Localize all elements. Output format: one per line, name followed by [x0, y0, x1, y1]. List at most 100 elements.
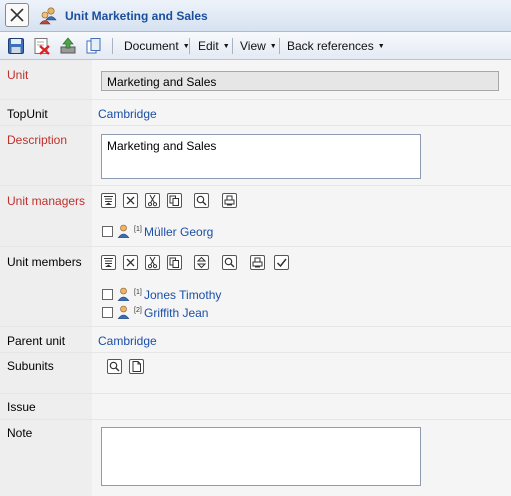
label-cell: Unit [0, 60, 92, 99]
menu-document[interactable]: Document ▼ [124, 39, 190, 53]
label-cell: Description [0, 126, 92, 185]
value-cell [92, 394, 511, 419]
scissors-icon [147, 256, 158, 269]
remove-button[interactable] [123, 255, 138, 270]
description-label: Description [7, 133, 68, 147]
close-icon [10, 8, 24, 22]
member-checkbox[interactable] [102, 307, 113, 318]
chevron-down-icon: ▼ [222, 43, 230, 50]
value-cell: Marketing and Sales [92, 60, 511, 99]
row-topunit: TopUnit Cambridge [0, 100, 511, 126]
window-title: Unit Marketing and Sales [65, 9, 208, 23]
value-cell: [1] Jones Timothy [2] Griffith Jean [92, 247, 511, 326]
copy-button[interactable] [167, 193, 182, 208]
toolbar-separator [232, 38, 233, 54]
parent-unit-link[interactable]: Cambridge [98, 334, 157, 348]
print-icon [252, 257, 263, 268]
value-cell: Cambridge [92, 327, 511, 352]
check-icon [276, 258, 287, 268]
search-button[interactable] [194, 193, 209, 208]
check-button[interactable] [274, 255, 289, 270]
unit-members-label: Unit members [7, 255, 82, 269]
copy-icon [169, 257, 179, 268]
row-subunits: Subunits [0, 353, 511, 394]
toolbar: Document ▼ Edit ▼ View ▼ Back references ▼ [0, 32, 511, 60]
label-cell: Unit managers [0, 186, 92, 246]
label-cell: Issue [0, 394, 92, 419]
print-icon [224, 195, 235, 206]
scissors-icon [147, 194, 158, 207]
unit-label: Unit [7, 68, 29, 82]
print-button[interactable] [222, 193, 237, 208]
upload-icon[interactable] [59, 37, 77, 55]
toolbar-separator [189, 38, 190, 54]
value-cell [92, 420, 511, 496]
cut-button[interactable] [145, 193, 160, 208]
print-button[interactable] [250, 255, 265, 270]
remove-button[interactable] [123, 193, 138, 208]
label-cell: Parent unit [0, 327, 92, 352]
issue-label: Issue [7, 400, 36, 414]
new-document-icon [132, 361, 141, 372]
value-cell: Cambridge [92, 100, 511, 125]
move-top-button[interactable] [101, 193, 116, 208]
subunits-label: Subunits [7, 359, 54, 373]
menu-edit[interactable]: Edit ▼ [198, 39, 230, 53]
parent-unit-label: Parent unit [7, 334, 66, 348]
value-cell: Marketing and Sales [92, 126, 511, 185]
description-textarea[interactable]: Marketing and Sales [101, 134, 421, 179]
row-description: Description Marketing and Sales [0, 126, 511, 186]
copy-icon[interactable] [85, 37, 103, 55]
close-icon [126, 258, 135, 267]
manager-checkbox[interactable] [102, 226, 113, 237]
search-button[interactable] [107, 359, 122, 374]
member-index: [1] [134, 289, 142, 296]
save-icon[interactable] [7, 37, 25, 55]
sort-button[interactable] [194, 255, 209, 270]
row-note: Note [0, 420, 511, 496]
chevron-down-icon: ▼ [377, 43, 385, 50]
menu-back-references[interactable]: Back references ▼ [287, 39, 385, 53]
sort-icon [196, 256, 207, 269]
topunit-link[interactable]: Cambridge [98, 107, 157, 121]
copy-button[interactable] [167, 255, 182, 270]
new-document-button[interactable] [129, 359, 144, 374]
label-cell: Note [0, 420, 92, 496]
menu-document-label: Document [124, 39, 179, 53]
row-unit-managers: Unit managers [1] Müller Georg [0, 186, 511, 247]
menu-back-references-label: Back references [287, 39, 374, 53]
search-icon [224, 257, 235, 268]
delete-icon[interactable] [33, 37, 51, 55]
close-icon [126, 196, 135, 205]
row-parent-unit: Parent unit Cambridge [0, 327, 511, 353]
note-textarea[interactable] [101, 427, 421, 486]
member-link[interactable]: Griffith Jean [144, 306, 208, 320]
value-cell [92, 353, 511, 393]
manager-link[interactable]: Müller Georg [144, 225, 213, 239]
label-cell: TopUnit [0, 100, 92, 125]
cut-button[interactable] [145, 255, 160, 270]
unit-icon [39, 7, 57, 25]
manager-index: [1] [134, 226, 142, 233]
member-link[interactable]: Jones Timothy [144, 288, 221, 302]
member-checkbox[interactable] [102, 289, 113, 300]
move-top-button[interactable] [101, 255, 116, 270]
unit-input[interactable]: Marketing and Sales [101, 71, 499, 91]
note-label: Note [7, 426, 33, 440]
search-button[interactable] [222, 255, 237, 270]
menu-view[interactable]: View ▼ [240, 39, 277, 53]
menu-edit-label: Edit [198, 39, 219, 53]
window-titlebar: Unit Marketing and Sales [0, 0, 511, 32]
label-cell: Unit members [0, 247, 92, 326]
toolbar-separator [112, 38, 113, 54]
label-cell: Subunits [0, 353, 92, 393]
unit-managers-label: Unit managers [7, 194, 86, 208]
search-icon [109, 361, 120, 372]
close-button[interactable] [5, 3, 29, 27]
menu-view-label: View [240, 39, 266, 53]
member-index: [2] [134, 307, 142, 314]
topunit-label: TopUnit [7, 107, 48, 121]
row-issue: Issue [0, 394, 511, 420]
copy-icon [169, 195, 179, 206]
row-unit: Unit Marketing and Sales [0, 60, 511, 100]
